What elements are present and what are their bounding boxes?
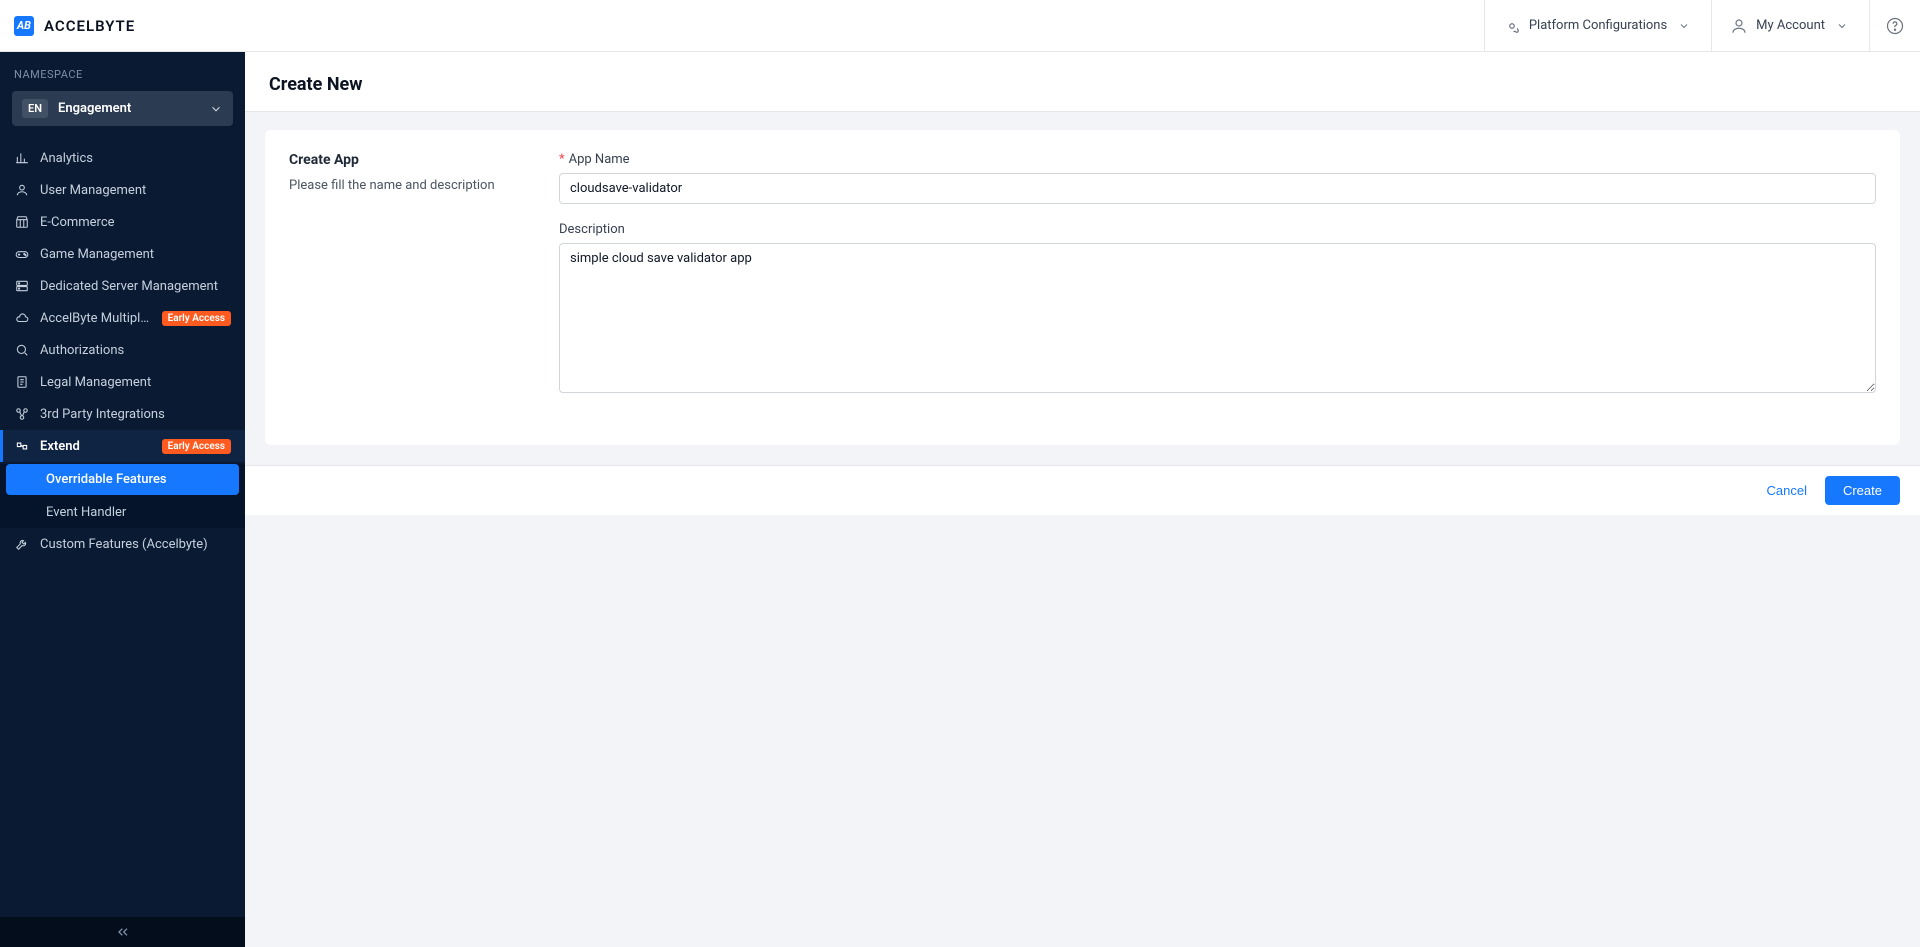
sidebar-item-label: Legal Management bbox=[40, 375, 231, 390]
description-label: Description bbox=[559, 222, 1876, 237]
create-app-card: Create App Please fill the name and desc… bbox=[265, 130, 1900, 445]
create-button[interactable]: Create bbox=[1825, 476, 1900, 505]
sidebar-item-label: User Management bbox=[40, 183, 231, 198]
sidebar-item-authorizations[interactable]: Authorizations bbox=[0, 334, 245, 366]
sidebar-item-label: Custom Features (Accelbyte) bbox=[40, 537, 231, 552]
sidebar-item-label: Dedicated Server Management bbox=[40, 279, 231, 294]
early-access-badge: Early Access bbox=[162, 439, 231, 454]
chevron-down-icon bbox=[209, 102, 223, 116]
brand: AB ACCELBYTE bbox=[0, 16, 135, 36]
sidebar-item-analytics[interactable]: Analytics bbox=[0, 142, 245, 174]
required-star-icon: * bbox=[559, 152, 565, 167]
sidebar-item-custom-features-accelbyte[interactable]: Custom Features (Accelbyte) bbox=[0, 528, 245, 560]
top-header: AB ACCELBYTE Platform Configurations My … bbox=[0, 0, 1920, 52]
page-title: Create New bbox=[245, 52, 1920, 112]
help-icon bbox=[1886, 17, 1904, 35]
sidebar-subitem-event-handler[interactable]: Event Handler bbox=[0, 497, 245, 528]
sidebar-item-user-management[interactable]: User Management bbox=[0, 174, 245, 206]
brand-name: ACCELBYTE bbox=[44, 17, 135, 35]
sidebar-item-legal-management[interactable]: Legal Management bbox=[0, 366, 245, 398]
gear-icon bbox=[1503, 17, 1521, 35]
chevron-down-icon bbox=[1833, 17, 1851, 35]
sidebar-item-label: E-Commerce bbox=[40, 215, 231, 230]
app-name-label: * App Name bbox=[559, 152, 1876, 167]
header-actions: Platform Configurations My Account bbox=[1484, 0, 1920, 51]
namespace-chip: EN bbox=[22, 99, 48, 118]
chevron-down-icon bbox=[1675, 17, 1693, 35]
main-content: Create New Create App Please fill the na… bbox=[245, 52, 1920, 947]
key-icon bbox=[14, 342, 30, 358]
section-title: Create App bbox=[289, 152, 519, 168]
sidebar-nav: Analytics User Management E-Commerce Game M… bbox=[0, 136, 245, 917]
sidebar-item-game-management[interactable]: Game Management bbox=[0, 238, 245, 270]
wrench-icon bbox=[14, 536, 30, 552]
integrations-icon bbox=[14, 406, 30, 422]
store-icon bbox=[14, 214, 30, 230]
chevron-double-left-icon bbox=[115, 924, 131, 940]
user-icon bbox=[14, 182, 30, 198]
sidebar-item-label: 3rd Party Integrations bbox=[40, 407, 231, 422]
sidebar-subnav: Overridable Features Event Handler bbox=[0, 464, 245, 528]
sidebar: NAMESPACE EN Engagement Analytics User Ma… bbox=[0, 52, 245, 947]
early-access-badge: Early Access bbox=[162, 311, 231, 326]
my-account-menu[interactable]: My Account bbox=[1711, 0, 1869, 51]
sidebar-item-label: Game Management bbox=[40, 247, 231, 262]
sidebar-item-label: AccelByte Multiplaye... bbox=[40, 311, 152, 326]
app-name-label-text: App Name bbox=[569, 152, 630, 167]
legal-icon bbox=[14, 374, 30, 390]
sidebar-item-label: Authorizations bbox=[40, 343, 231, 358]
sidebar-item-label: Analytics bbox=[40, 151, 231, 166]
my-account-label: My Account bbox=[1756, 18, 1825, 33]
extend-icon bbox=[14, 438, 30, 454]
sidebar-subitem-label: Overridable Features bbox=[46, 472, 167, 487]
brand-logo: AB bbox=[14, 16, 34, 36]
server-icon bbox=[14, 278, 30, 294]
user-icon bbox=[1730, 17, 1748, 35]
game-icon bbox=[14, 246, 30, 262]
sidebar-item-extend[interactable]: Extend Early Access bbox=[0, 430, 245, 462]
cancel-button[interactable]: Cancel bbox=[1767, 483, 1807, 498]
sidebar-collapse-toggle[interactable] bbox=[0, 917, 245, 947]
namespace-selector[interactable]: EN Engagement bbox=[12, 91, 233, 126]
sidebar-item-dedicated-server-management[interactable]: Dedicated Server Management bbox=[0, 270, 245, 302]
sidebar-subitem-label: Event Handler bbox=[46, 505, 126, 520]
platform-config-menu[interactable]: Platform Configurations bbox=[1484, 0, 1711, 51]
platform-config-label: Platform Configurations bbox=[1529, 18, 1667, 33]
sidebar-subitem-overridable-features[interactable]: Overridable Features bbox=[6, 464, 239, 495]
description-textarea[interactable] bbox=[559, 243, 1876, 393]
app-name-input[interactable] bbox=[559, 173, 1876, 204]
analytics-icon bbox=[14, 150, 30, 166]
namespace-name: Engagement bbox=[58, 101, 199, 116]
section-help-text: Please fill the name and description bbox=[289, 178, 519, 193]
cloud-icon bbox=[14, 310, 30, 326]
sidebar-item-label: Extend bbox=[40, 439, 152, 454]
form-action-bar: Cancel Create bbox=[245, 465, 1920, 515]
sidebar-item-e-commerce[interactable]: E-Commerce bbox=[0, 206, 245, 238]
namespace-heading: NAMESPACE bbox=[0, 52, 245, 91]
sidebar-item-3rd-party-integrations[interactable]: 3rd Party Integrations bbox=[0, 398, 245, 430]
sidebar-item-accelbyte-multiplaye[interactable]: AccelByte Multiplaye... Early Access bbox=[0, 302, 245, 334]
help-button[interactable] bbox=[1869, 0, 1920, 51]
